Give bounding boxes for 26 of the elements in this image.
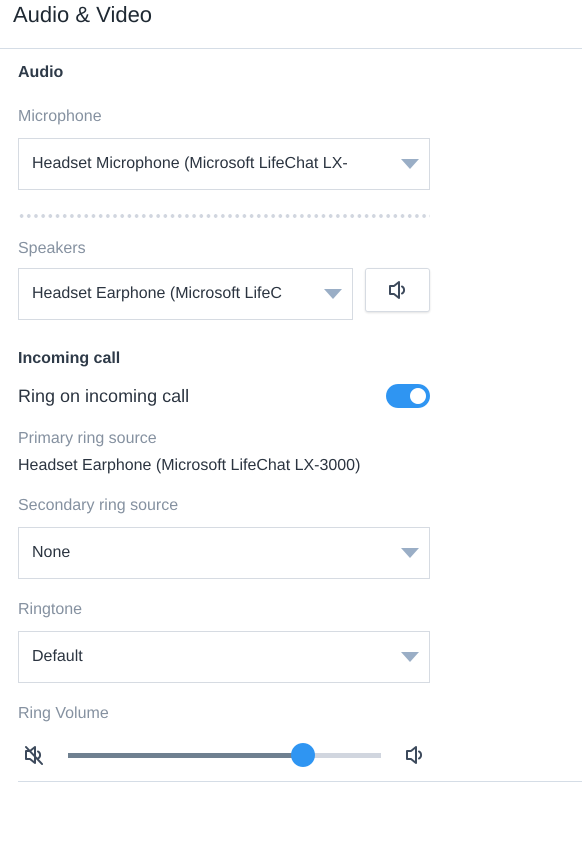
test-sound-button[interactable]	[365, 268, 430, 312]
volume-slider[interactable]	[68, 743, 381, 767]
section-heading: Incoming call	[18, 350, 122, 369]
field-label: Speakers	[18, 240, 87, 259]
speaker-icon	[388, 279, 408, 301]
field-value: Headset Earphone (Microsoft LifeChat LX-3000)	[18, 457, 362, 475]
field-label: Ring Volume	[18, 705, 110, 724]
caret-icon	[324, 289, 342, 299]
mute-icon	[24, 744, 44, 766]
caret-icon	[401, 159, 419, 169]
dropdown[interactable]: Headset Earphone (Microsoft LifeC	[18, 268, 354, 320]
dropdown[interactable]: Headset Microphone (Microsoft LifeChat LX-	[18, 138, 430, 190]
caret-icon	[401, 548, 419, 558]
section-heading: Audio	[18, 64, 64, 83]
caret-icon	[401, 652, 419, 662]
page-title: Audio & Video	[13, 2, 154, 28]
speaker-icon	[405, 744, 425, 766]
dropdown[interactable]: Default	[18, 631, 430, 683]
field-label: Ringtone	[18, 601, 84, 620]
field-label: Secondary ring source	[18, 497, 180, 516]
field-label: Primary ring source	[18, 430, 158, 449]
toggle-label: Ring on incoming call	[18, 386, 190, 406]
slider-thumb[interactable]	[290, 743, 315, 767]
field-label: Microphone	[18, 108, 103, 127]
dropdown[interactable]: None	[18, 527, 430, 579]
toggle-switch[interactable]	[386, 384, 430, 408]
